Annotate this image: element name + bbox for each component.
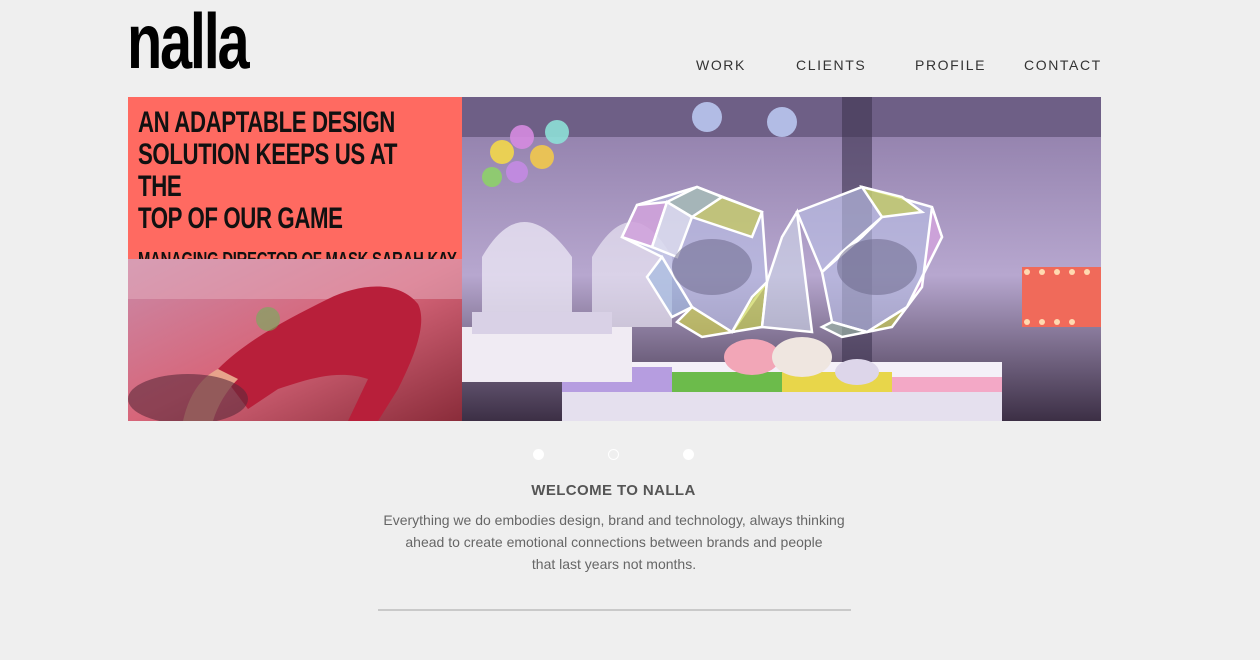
performer-photo	[128, 259, 462, 421]
slider-pagination	[0, 449, 1260, 461]
section-divider	[378, 609, 851, 611]
welcome-intro: Everything we do embodies design, brand …	[374, 509, 854, 575]
nav-clients[interactable]: CLIENTS	[796, 57, 866, 73]
testimonial-panel: AN ADAPTABLE DESIGN SOLUTION KEEPS US AT…	[128, 97, 462, 271]
intro-line: Everything we do embodies design, brand …	[383, 512, 845, 528]
main-nav: WORK CLIENTS PROFILE CONTACT	[0, 57, 1260, 77]
intro-line: that last years not months.	[531, 556, 697, 572]
slider-dot-1[interactable]	[533, 449, 544, 460]
venue-photo	[462, 97, 1101, 421]
nav-contact[interactable]: CONTACT	[1024, 57, 1102, 73]
hero-banner[interactable]: AN ADAPTABLE DESIGN SOLUTION KEEPS US AT…	[128, 97, 1101, 421]
slider-dot-3[interactable]	[683, 449, 694, 460]
testimonial-quote: AN ADAPTABLE DESIGN SOLUTION KEEPS US AT…	[138, 107, 434, 235]
quote-line: AN ADAPTABLE DESIGN	[138, 106, 395, 139]
quote-line: TOP OF OUR GAME	[138, 202, 343, 235]
nav-profile[interactable]: PROFILE	[915, 57, 986, 73]
quote-line: SOLUTION KEEPS US AT THE	[138, 138, 398, 203]
slider-dot-2[interactable]	[608, 449, 619, 460]
nav-work[interactable]: WORK	[696, 57, 746, 73]
welcome-heading: WELCOME TO NALLA	[531, 482, 696, 499]
intro-line: ahead to create emotional connections be…	[405, 534, 823, 550]
